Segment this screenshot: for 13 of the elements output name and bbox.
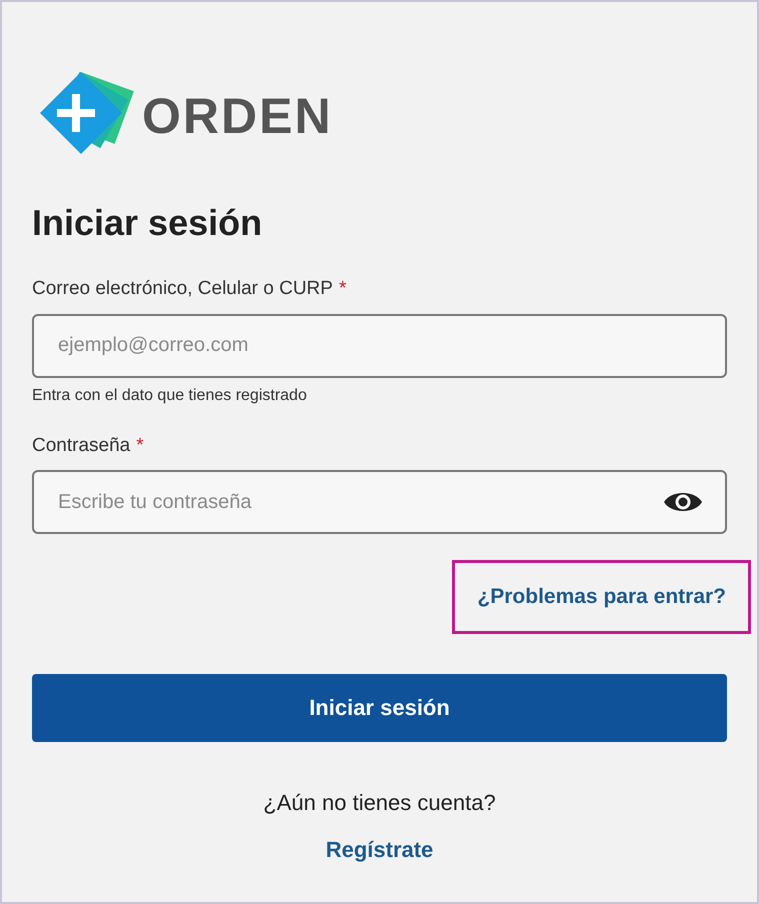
required-mark: * [136, 434, 144, 458]
page-title: Iniciar sesión [32, 201, 264, 245]
help-link[interactable]: ¿Problemas para entrar? [452, 560, 751, 634]
required-mark: * [338, 277, 346, 301]
field-label: Correo electrónico, Celular o CURP [32, 277, 333, 301]
login-button[interactable]: Iniciar sesión [32, 674, 727, 742]
signup-link[interactable]: Regístrate [326, 832, 434, 866]
input-field[interactable]: ejemplo@correo.com [32, 314, 727, 378]
password-field[interactable]: Escribe tu contraseña [32, 470, 727, 534]
logo-text: ORDEN [142, 91, 333, 141]
signup-prompt: ¿Aún no tienes cuenta? [262, 788, 497, 816]
field-label: Contraseña [32, 434, 130, 458]
field-hint: Entra con el dato que tienes registrado [32, 386, 308, 406]
